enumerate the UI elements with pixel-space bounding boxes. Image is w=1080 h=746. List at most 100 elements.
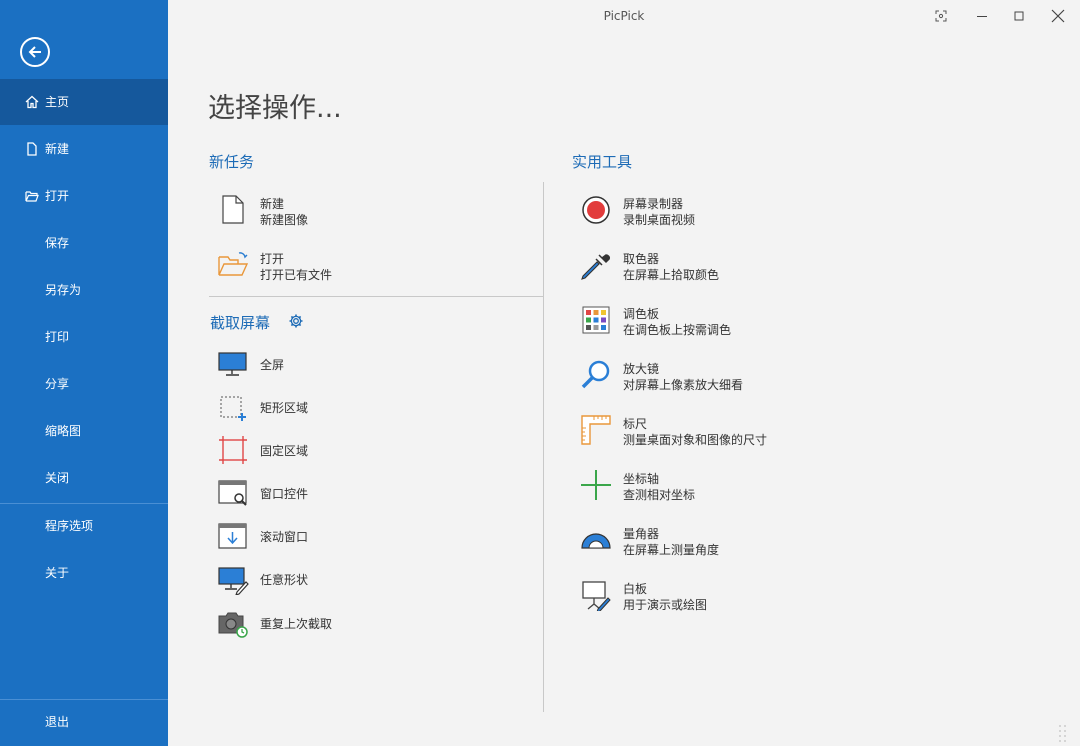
new-file-icon: [27, 142, 37, 156]
resize-grip-icon[interactable]: [1058, 724, 1068, 742]
capture-title: 截取屏幕: [210, 314, 271, 332]
whiteboard-item[interactable]: 白板 用于演示或绘图: [580, 579, 880, 613]
item-title: 窗口控件: [260, 487, 309, 501]
sidebar-item-print[interactable]: 打印: [0, 314, 168, 360]
open-folder-icon: [218, 252, 249, 276]
scroll-window-icon: [218, 523, 247, 549]
item-title: 打开: [260, 252, 285, 266]
sidebar-item-label: 新建: [45, 142, 70, 156]
sidebar-item-save-as[interactable]: 另存为: [0, 267, 168, 313]
ruler-item[interactable]: 标尺 测量桌面对象和图像的尺寸: [580, 414, 880, 448]
sidebar-item-share[interactable]: 分享: [0, 361, 168, 407]
new-file-icon: [222, 195, 244, 224]
whiteboard-icon: [582, 581, 611, 611]
eyedropper-icon: [581, 254, 610, 280]
item-subtitle: 打开已有文件: [260, 268, 333, 282]
sidebar-item-save[interactable]: 保存: [0, 220, 168, 266]
palette-item[interactable]: 调色板 在调色板上按需调色: [580, 304, 880, 338]
sidebar-item-open[interactable]: 打开: [0, 173, 168, 219]
screen-recorder-item[interactable]: 屏幕录制器 录制桌面视频: [580, 194, 880, 228]
repeat-capture-icon: [218, 612, 248, 638]
gear-icon[interactable]: [288, 313, 304, 329]
item-subtitle: 在屏幕上测量角度: [623, 543, 720, 557]
item-title: 滚动窗口: [260, 530, 309, 544]
maximize-icon: [1014, 11, 1024, 21]
item-subtitle: 测量桌面对象和图像的尺寸: [623, 433, 768, 447]
item-subtitle: 用于演示或绘图: [623, 598, 708, 612]
rectangle-select-icon: [220, 396, 246, 421]
item-title: 任意形状: [260, 573, 309, 587]
window-control-capture-item[interactable]: 窗口控件: [217, 477, 517, 509]
maximize-button[interactable]: [1007, 6, 1031, 26]
fixed-region-icon: [219, 436, 247, 464]
item-title: 量角器: [623, 527, 660, 541]
open-folder-icon: [25, 191, 39, 202]
item-title: 新建: [260, 197, 285, 211]
protractor-item[interactable]: 量角器 在屏幕上测量角度: [580, 524, 880, 558]
item-subtitle: 在调色板上按需调色: [623, 323, 732, 337]
item-title: 全屏: [260, 358, 285, 372]
section-divider: [209, 296, 543, 297]
item-subtitle: 新建图像: [260, 213, 309, 227]
open-file-item[interactable]: 打开 打开已有文件: [217, 249, 517, 283]
new-task-title: 新任务: [209, 153, 255, 171]
fixed-region-capture-item[interactable]: 固定区域: [217, 434, 517, 466]
sidebar: 主页 新建 打开 保存 另存为 打印 分享 缩略图 关闭 程序选项 关于 退出: [0, 0, 168, 746]
color-picker-item[interactable]: 取色器 在屏幕上拾取颜色: [580, 249, 880, 283]
magnifier-item[interactable]: 放大镜 对屏幕上像素放大细看: [580, 359, 880, 393]
scroll-window-capture-item[interactable]: 滚动窗口: [217, 520, 517, 552]
crosshair-item[interactable]: 坐标轴 查测相对坐标: [580, 469, 880, 503]
capture-window-button[interactable]: [929, 6, 953, 26]
item-title: 坐标轴: [623, 472, 660, 486]
sidebar-item-label: 缩略图: [45, 424, 82, 438]
rectangle-capture-item[interactable]: 矩形区域: [217, 391, 517, 423]
close-button[interactable]: [1046, 6, 1070, 26]
sidebar-item-label: 打印: [45, 330, 70, 344]
page-title: 选择操作...: [208, 93, 342, 124]
back-arrow-icon: [28, 46, 41, 58]
item-title: 重复上次截取: [260, 617, 333, 631]
item-subtitle: 录制桌面视频: [623, 213, 696, 227]
tools-title: 实用工具: [572, 153, 633, 171]
sidebar-item-label: 退出: [45, 715, 70, 729]
sidebar-item-label: 另存为: [45, 283, 82, 297]
sidebar-item-label: 关闭: [45, 471, 70, 485]
item-title: 调色板: [623, 307, 660, 321]
crosshair-icon: [581, 470, 611, 500]
sidebar-item-label: 保存: [45, 236, 70, 250]
sidebar-item-label: 关于: [45, 566, 70, 580]
magnifier-icon: [581, 360, 610, 389]
sidebar-item-home[interactable]: 主页: [0, 79, 168, 125]
freehand-icon: [218, 567, 249, 595]
column-divider: [543, 182, 544, 712]
fullscreen-capture-item[interactable]: 全屏: [217, 348, 517, 380]
ruler-icon: [581, 415, 611, 445]
sidebar-item-about[interactable]: 关于: [0, 550, 168, 596]
repeat-capture-item[interactable]: 重复上次截取: [217, 607, 517, 639]
new-image-item[interactable]: 新建 新建图像: [217, 194, 517, 228]
sidebar-item-label: 主页: [45, 95, 70, 109]
item-title: 屏幕录制器: [623, 197, 684, 211]
sidebar-item-options[interactable]: 程序选项: [0, 503, 168, 549]
palette-icon: [582, 306, 610, 334]
item-title: 矩形区域: [260, 401, 309, 415]
sidebar-item-exit[interactable]: 退出: [0, 699, 168, 745]
sidebar-item-label: 程序选项: [45, 519, 94, 533]
item-title: 标尺: [623, 417, 648, 431]
item-subtitle: 对屏幕上像素放大细看: [623, 378, 744, 392]
record-icon: [582, 196, 610, 224]
sidebar-item-new[interactable]: 新建: [0, 126, 168, 172]
item-subtitle: 查测相对坐标: [623, 488, 696, 502]
capture-icon: [935, 10, 947, 22]
minimize-button[interactable]: [970, 6, 994, 26]
item-title: 白板: [623, 582, 648, 596]
home-icon: [25, 95, 39, 109]
item-title: 固定区域: [260, 444, 309, 458]
sidebar-item-close[interactable]: 关闭: [0, 455, 168, 501]
back-button[interactable]: [20, 37, 50, 67]
sidebar-item-thumbnails[interactable]: 缩略图: [0, 408, 168, 454]
sidebar-item-label: 打开: [45, 189, 70, 203]
protractor-icon: [581, 533, 611, 549]
freehand-capture-item[interactable]: 任意形状: [217, 563, 517, 595]
close-icon: [1051, 9, 1065, 23]
